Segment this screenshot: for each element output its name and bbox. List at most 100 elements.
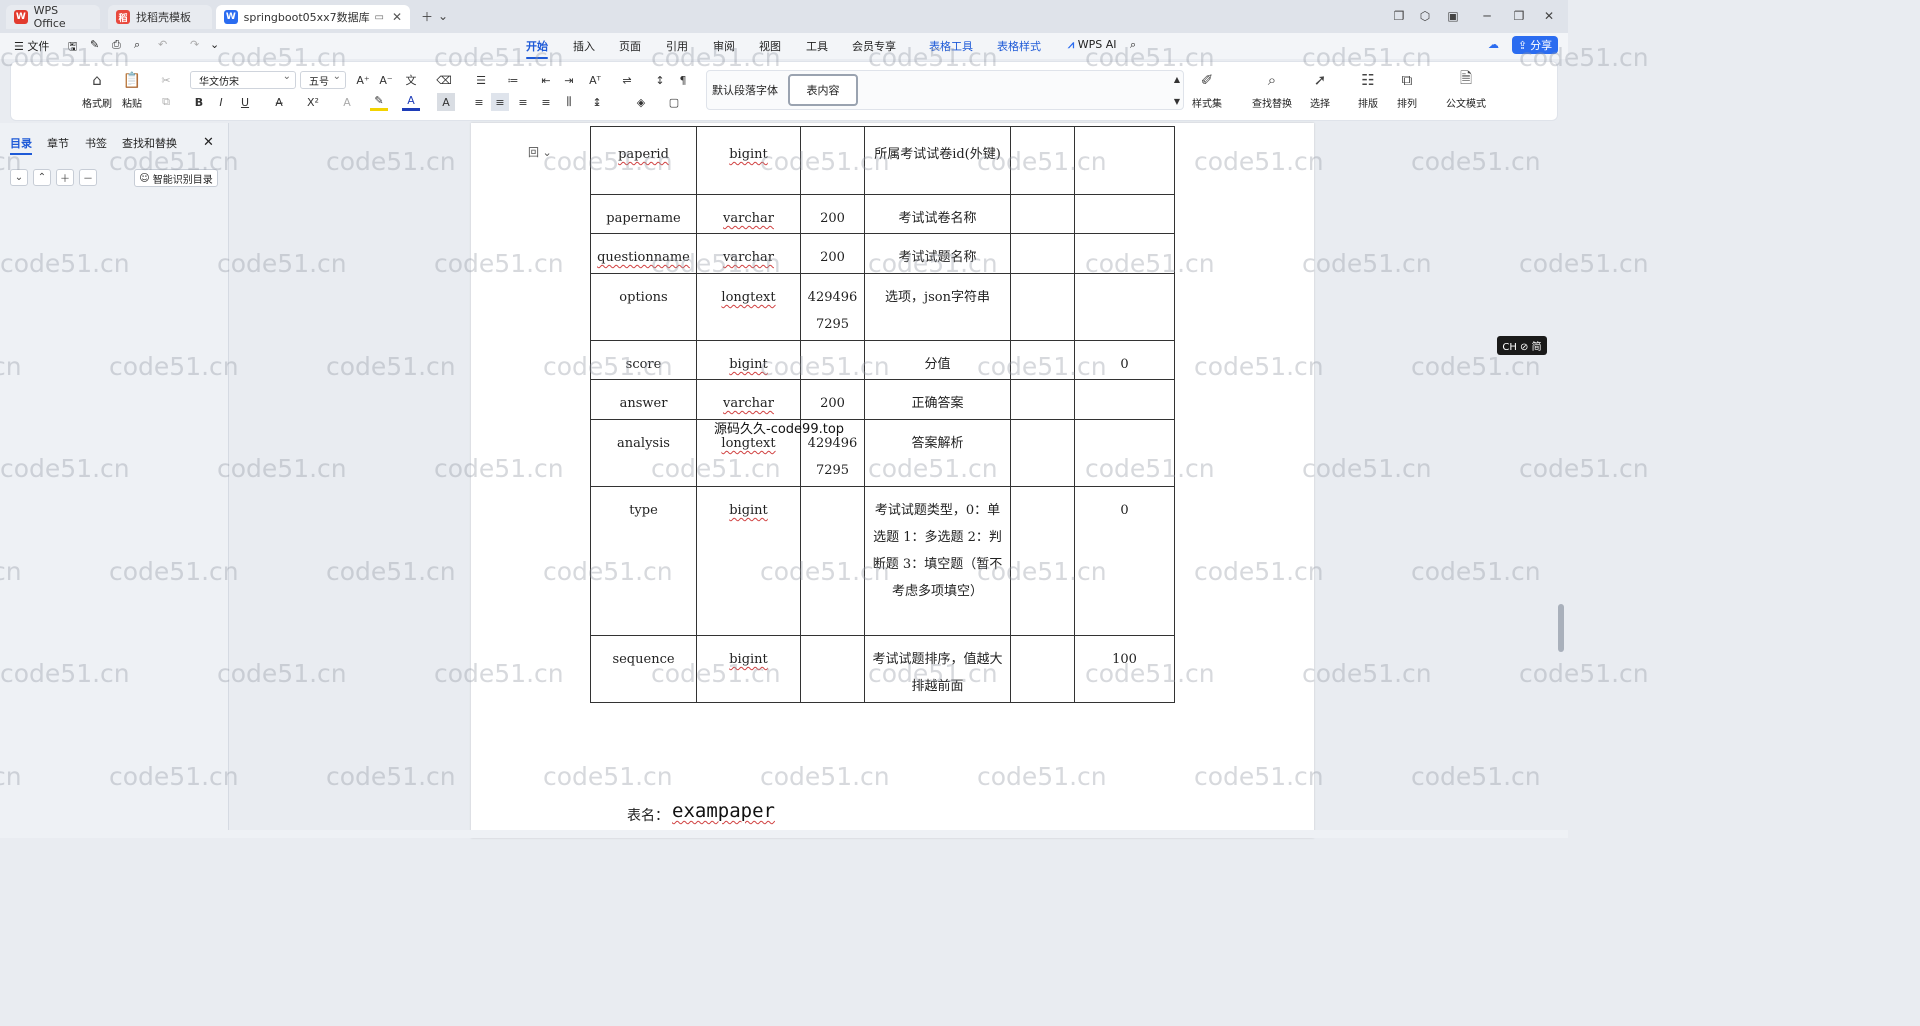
close-window-icon[interactable]: ✕ [1540,8,1558,24]
justify-icon[interactable]: ≡ [537,93,555,111]
table-cell[interactable]: 答案解析 [864,419,1011,487]
highlight-icon[interactable]: ✎ [370,93,388,111]
table-cell[interactable]: answer [590,379,697,420]
add-heading-icon[interactable]: ＋ [56,169,74,186]
table-cell[interactable]: score [590,340,697,380]
table-handle-icon[interactable]: 回 ⌄ [528,144,552,160]
table-cell[interactable] [1010,486,1075,636]
shading-icon[interactable]: ◈ [632,93,650,111]
table-cell[interactable] [800,635,865,703]
tab-template[interactable]: 稻 找稻壳模板 [108,5,212,29]
tab-wps-office[interactable]: W WPS Office [6,4,100,30]
table-cell[interactable]: 所属考试试卷id(外键) [864,126,1011,195]
search-icon[interactable]: ⌕ [1130,38,1136,52]
chevron-down-icon[interactable]: ⌄ [434,8,452,24]
table-cell[interactable]: 考试试题类型，0：单选题 1：多选题 2：判断题 3：填空题（暂不考虑多项填空） [864,486,1011,636]
arrange-button[interactable]: ⧉ 排列 [1397,70,1417,110]
table-cell[interactable]: 4294967295 [800,273,865,341]
table-cell[interactable]: varchar [696,194,801,234]
font-size-select[interactable]: 五号 [300,71,346,89]
table-cell[interactable]: 正确答案 [864,379,1011,420]
table-cell[interactable]: 分值 [864,340,1011,380]
table-cell[interactable] [1010,126,1075,195]
menu-references[interactable]: 引用 [666,38,688,54]
avatar[interactable]: ▣ [1444,8,1462,24]
tab-document[interactable]: W springboot05xx7数据库文档 ▭ ✕ [216,5,410,29]
line-spacing-icon[interactable]: ↨ [588,93,606,111]
official-mode-button[interactable]: 🗎 公文模式 [1446,69,1486,111]
table-cell[interactable] [1010,419,1075,487]
field-table[interactable]: paperid bigint 所属考试试卷id(外键) papername va… [590,126,1175,703]
menu-member[interactable]: 会员专享 [852,38,896,54]
undo-icon[interactable]: ↶ [158,38,167,51]
nav-tab-chapter[interactable]: 章节 [47,135,69,151]
collapse-up-icon[interactable]: ⌃ [33,169,51,186]
style-set-button[interactable]: ✐ 样式集 [1192,70,1222,110]
menu-insert[interactable]: 插入 [573,38,595,54]
align-center-icon[interactable]: ≡ [491,93,509,111]
shrink-font-icon[interactable]: A⁻ [377,71,395,89]
close-tab-icon[interactable]: ✕ [392,10,402,24]
nav-tab-find-replace[interactable]: 查找和替换 [122,135,177,151]
menu-wps-ai[interactable]: ⩘ WPS AI [1068,38,1116,52]
font-color-icon[interactable]: A [402,93,420,111]
nav-tab-bookmark[interactable]: 书签 [85,135,107,151]
menu-table-tools[interactable]: 表格工具 [929,38,973,54]
table-cell[interactable]: 0 [1074,486,1175,636]
table-cell[interactable] [800,126,865,195]
table-cell[interactable] [1074,379,1175,420]
quick-access-chevron-icon[interactable]: ⌄ [210,38,219,51]
pinyin-icon[interactable]: 文 [402,71,420,89]
file-menu[interactable]: ☰ 文件 [14,38,49,54]
text-effect-icon[interactable]: A [338,93,356,111]
text-direction-icon[interactable]: Aᵀ [586,71,604,89]
clear-format-icon[interactable]: ⌫ [435,71,453,89]
cut-icon[interactable]: ✂ [157,71,175,89]
table-cell[interactable] [1074,273,1175,341]
table-cell[interactable] [1010,194,1075,234]
close-panel-icon[interactable]: ✕ [203,135,214,150]
style-scroll-down-icon[interactable]: ▼ [1168,92,1186,110]
align-left-icon[interactable]: ≡ [470,93,488,111]
table-cell[interactable]: analysis [590,419,697,487]
grow-font-icon[interactable]: A⁺ [354,71,372,89]
print-preview-icon[interactable]: ⌕ [134,38,140,52]
menu-home[interactable]: 开始 [526,38,548,59]
table-cell[interactable]: 考试试卷名称 [864,194,1011,234]
table-cell[interactable]: questionname [590,233,697,274]
paste-button[interactable]: 📋 粘贴 [122,70,142,110]
table-cell[interactable]: varchar [696,233,801,274]
table-cell[interactable]: 考试试题名称 [864,233,1011,274]
table-cell[interactable]: options [590,273,697,341]
table-cell[interactable]: bigint [696,635,801,703]
table-cell[interactable]: bigint [696,126,801,195]
minimize-icon[interactable]: ─ [1478,8,1496,24]
table-cell[interactable]: 选项，json字符串 [864,273,1011,341]
table-cell[interactable]: bigint [696,486,801,636]
table-cell[interactable]: varchar [696,379,801,420]
table-cell[interactable] [800,486,865,636]
window-layout-icon[interactable]: ❐ [1390,8,1408,24]
table-cell[interactable]: 考试试题排序，值越大排越前面 [864,635,1011,703]
table-cell[interactable] [1010,273,1075,341]
strikethrough-icon[interactable]: A̶ [270,93,288,111]
print-icon[interactable]: ⎙ [112,38,121,52]
table-cell[interactable]: 0 [1074,340,1175,380]
superscript-icon[interactable]: X² [304,93,322,111]
table-cell[interactable] [1074,126,1175,195]
style-default-paragraph[interactable]: 默认段落字体 [712,82,778,98]
format-painter-button[interactable]: ⌂ 格式刷 [82,70,112,110]
style-table-content[interactable]: 表内容 [788,74,858,106]
select-button[interactable]: ➚ 选择 [1310,70,1330,110]
table-cell[interactable]: 100 [1074,635,1175,703]
copy-icon[interactable]: ⧉ [157,93,175,111]
font-name-select[interactable]: 华文仿宋 [190,71,296,89]
scrollbar-thumb[interactable] [1558,604,1564,652]
border-icon[interactable]: ▢ [665,93,683,111]
table-cell[interactable] [1010,233,1075,274]
collapse-down-icon[interactable]: ⌄ [10,169,28,186]
style-scroll-up-icon[interactable]: ▲ [1168,70,1186,88]
vertical-scrollbar[interactable] [1553,123,1568,823]
table-cell[interactable]: paperid [590,126,697,195]
restore-icon[interactable]: ❐ [1510,8,1528,24]
